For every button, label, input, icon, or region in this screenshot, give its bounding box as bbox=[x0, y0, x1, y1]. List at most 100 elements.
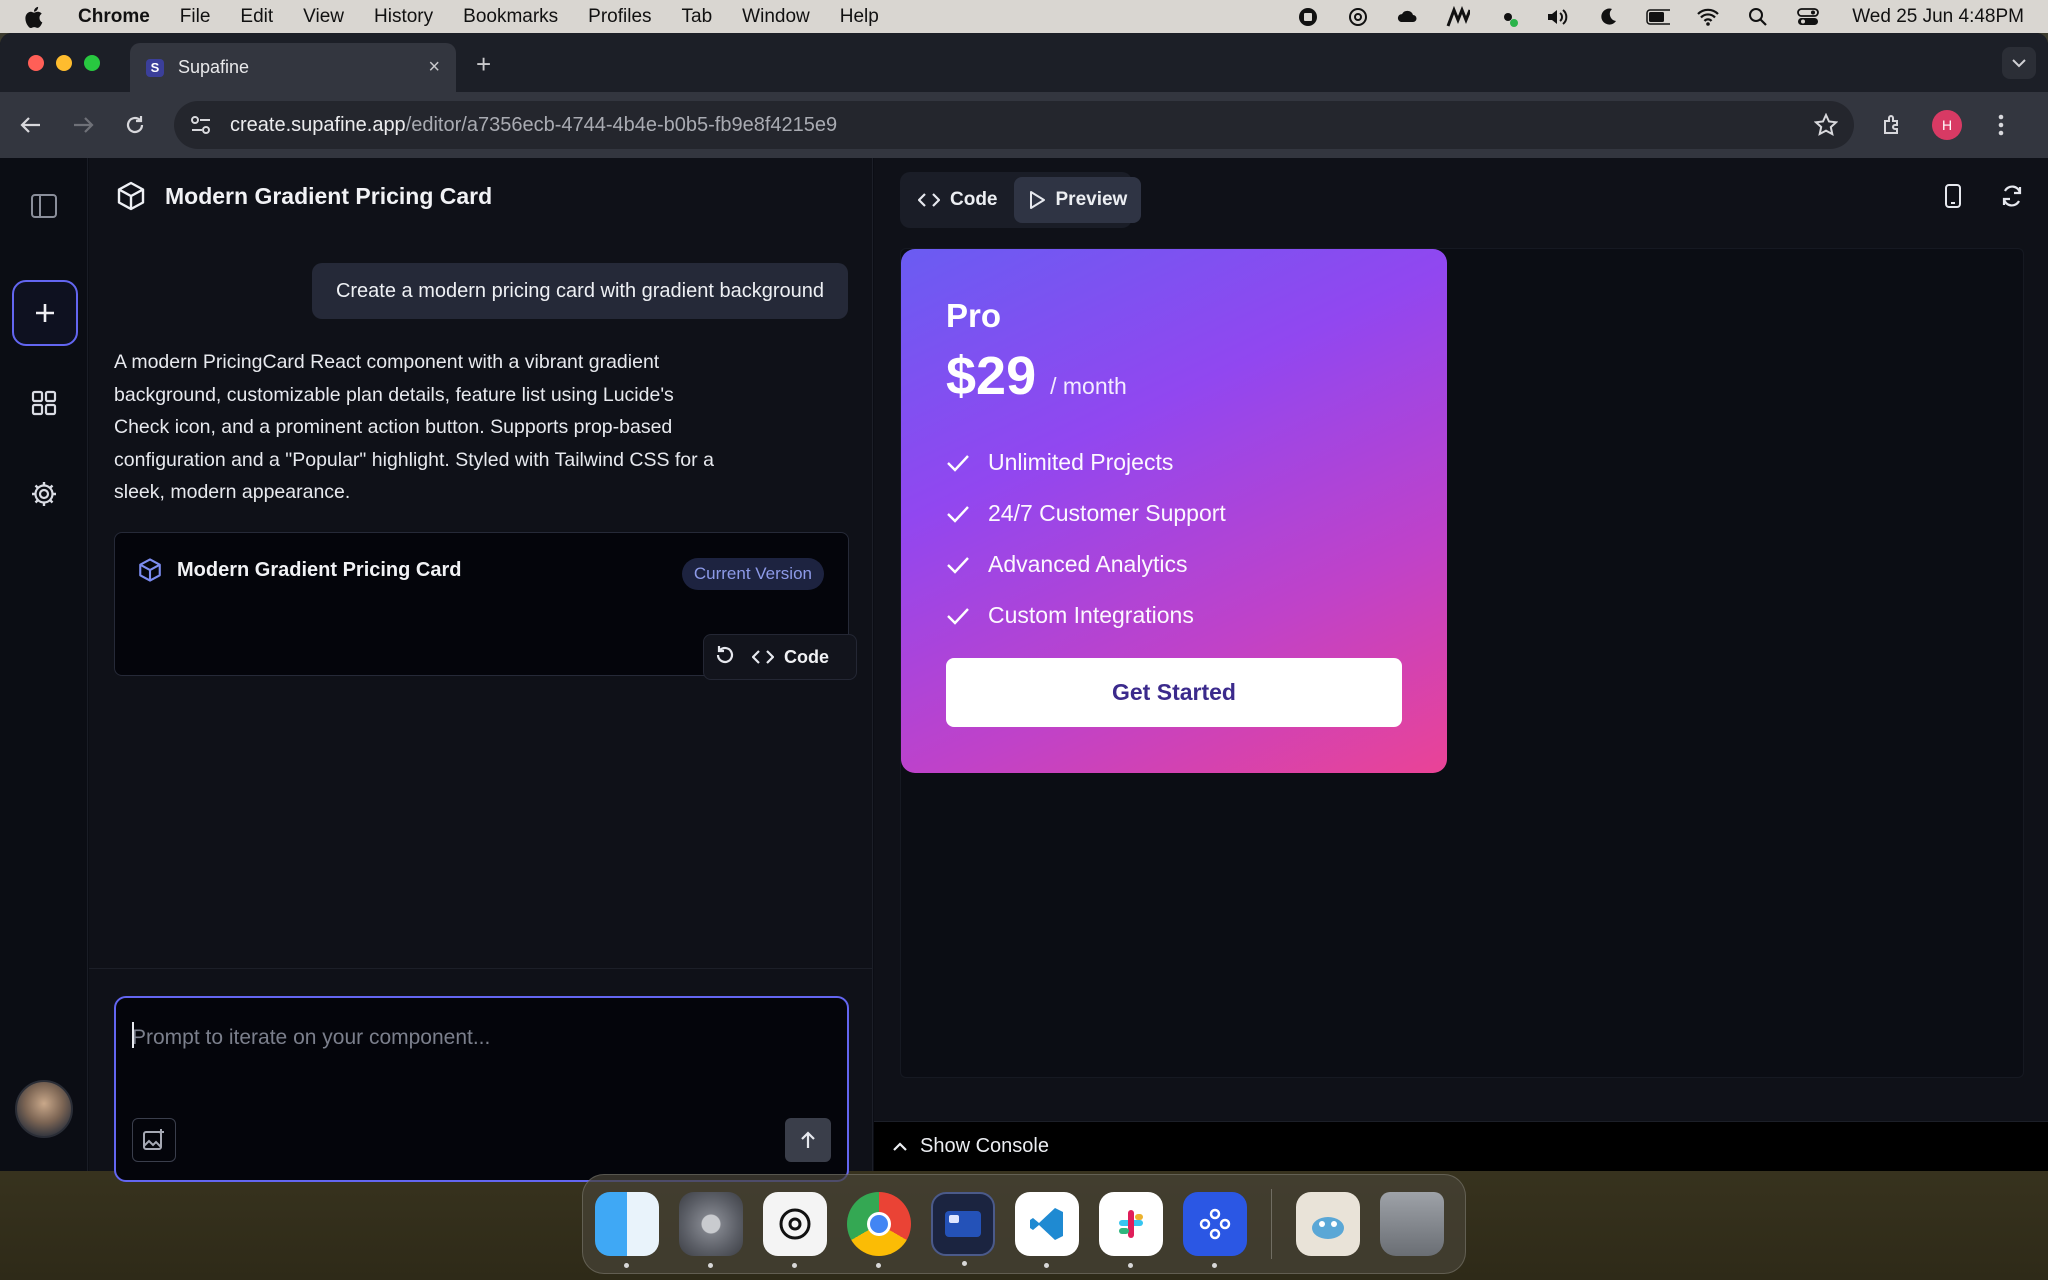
preview-frame: Pro $29 / month Unlimited Projects 24/7 … bbox=[900, 248, 2024, 1078]
omnibox[interactable]: create.supafine.app/editor/a7356ecb-4744… bbox=[174, 101, 1854, 149]
get-started-button[interactable]: Get Started bbox=[946, 658, 1402, 727]
menu-history[interactable]: History bbox=[374, 6, 433, 28]
user-avatar[interactable] bbox=[15, 1080, 73, 1138]
menu-window[interactable]: Window bbox=[742, 6, 810, 28]
show-console-button[interactable]: Show Console bbox=[874, 1121, 2048, 1171]
reload-button[interactable] bbox=[122, 112, 148, 138]
restore-version-button[interactable] bbox=[714, 644, 736, 671]
menu-edit[interactable]: Edit bbox=[240, 6, 273, 28]
play-icon bbox=[1029, 191, 1045, 209]
component-title: Modern Gradient Pricing Card bbox=[165, 182, 493, 209]
tab-title: Supafine bbox=[178, 57, 250, 77]
gallery-button[interactable] bbox=[24, 383, 64, 423]
network-app-icon[interactable] bbox=[1183, 1192, 1247, 1268]
version-card-header: Modern Gradient Pricing Card bbox=[137, 557, 461, 583]
rotate-ccw-icon bbox=[716, 645, 734, 663]
menu-tab[interactable]: Tab bbox=[682, 6, 713, 28]
chatgpt-icon[interactable] bbox=[763, 1192, 827, 1268]
moon-icon[interactable] bbox=[1596, 6, 1620, 28]
prompt-box[interactable] bbox=[114, 996, 849, 1182]
wifi-icon[interactable] bbox=[1696, 6, 1720, 28]
check-icon bbox=[947, 454, 969, 472]
send-button[interactable] bbox=[785, 1118, 831, 1162]
refresh-preview-button[interactable] bbox=[2000, 184, 2024, 213]
attach-image-button[interactable] bbox=[132, 1118, 176, 1162]
prompt-input[interactable] bbox=[132, 1018, 812, 1058]
version-title: Modern Gradient Pricing Card bbox=[177, 558, 462, 581]
feature-list: Unlimited Projects 24/7 Customer Support… bbox=[946, 437, 1226, 641]
tab-strip: S Supafine × + bbox=[0, 33, 2048, 92]
fan-status-icon[interactable] bbox=[1496, 6, 1520, 28]
browser-tab-supafine[interactable]: S Supafine × bbox=[130, 43, 456, 92]
apple-logo-icon[interactable] bbox=[24, 6, 44, 28]
preview-app-icon[interactable] bbox=[1296, 1192, 1360, 1256]
zoom-window-button[interactable] bbox=[84, 55, 100, 71]
feature-label: 24/7 Customer Support bbox=[988, 500, 1226, 526]
left-rail bbox=[0, 158, 88, 1171]
spotlight-search-icon[interactable] bbox=[1746, 6, 1770, 28]
refresh-icon bbox=[2002, 185, 2022, 207]
feature-item: Custom Integrations bbox=[946, 590, 1226, 641]
toggle-sidebar-button[interactable] bbox=[24, 186, 64, 226]
openai-icon[interactable] bbox=[1346, 6, 1370, 28]
arrow-right-icon bbox=[74, 117, 94, 133]
grid-icon bbox=[31, 390, 57, 416]
plus-icon bbox=[36, 304, 54, 322]
mobile-view-button[interactable] bbox=[1944, 184, 1962, 213]
smartphone-icon bbox=[1945, 184, 1961, 208]
control-center-icon[interactable] bbox=[1796, 6, 1820, 28]
new-tab-button[interactable]: + bbox=[476, 49, 491, 80]
minimize-window-button[interactable] bbox=[56, 55, 72, 71]
weather-icon[interactable] bbox=[1396, 6, 1420, 28]
close-window-button[interactable] bbox=[28, 55, 44, 71]
menu-profiles[interactable]: Profiles bbox=[588, 6, 651, 28]
reload-icon bbox=[126, 116, 144, 134]
slack-icon[interactable] bbox=[1099, 1192, 1163, 1268]
menu-file[interactable]: File bbox=[180, 6, 211, 28]
chevron-up-icon bbox=[893, 1141, 907, 1151]
app-logo-icon[interactable] bbox=[1446, 5, 1471, 28]
tab-code[interactable]: Code bbox=[904, 177, 1012, 223]
menubar-clock[interactable]: Wed 25 Jun 4:48PM bbox=[1852, 6, 2024, 28]
chat-header: Modern Gradient Pricing Card bbox=[115, 180, 492, 212]
bookmark-star-icon[interactable] bbox=[1814, 113, 1838, 137]
system-settings-icon[interactable] bbox=[679, 1192, 743, 1268]
profile-avatar-button[interactable]: H bbox=[1932, 110, 1962, 140]
box-icon bbox=[117, 181, 145, 211]
feature-item: Advanced Analytics bbox=[946, 539, 1226, 590]
view-code-button[interactable]: Code bbox=[752, 647, 829, 668]
menu-bookmarks[interactable]: Bookmarks bbox=[463, 6, 558, 28]
volume-icon[interactable] bbox=[1546, 6, 1570, 28]
menu-app-name[interactable]: Chrome bbox=[78, 6, 150, 28]
new-component-button[interactable] bbox=[12, 280, 78, 346]
menu-help[interactable]: Help bbox=[840, 6, 879, 28]
finder-icon[interactable] bbox=[595, 1192, 659, 1268]
supafine-editor-app: Modern Gradient Pricing Card Create a mo… bbox=[0, 158, 2048, 1182]
extensions-puzzle-icon[interactable] bbox=[1880, 112, 1906, 138]
feature-item: Unlimited Projects bbox=[946, 437, 1226, 488]
trash-icon[interactable] bbox=[1380, 1192, 1444, 1256]
forward-button[interactable] bbox=[70, 112, 96, 138]
tab-preview[interactable]: Preview bbox=[1013, 177, 1142, 223]
terminal-app-icon[interactable] bbox=[931, 1192, 995, 1266]
feature-item: 24/7 Customer Support bbox=[946, 488, 1226, 539]
plan-name: Pro bbox=[946, 297, 1002, 334]
preview-panel: Code Preview Pro $29 / month Unlimited P… bbox=[874, 158, 2048, 1171]
tab-preview-label: Preview bbox=[1055, 189, 1128, 210]
back-button[interactable] bbox=[18, 112, 44, 138]
settings-button[interactable] bbox=[24, 474, 64, 514]
menu-view[interactable]: View bbox=[303, 6, 344, 28]
view-code-label: Code bbox=[784, 646, 829, 667]
more-menu-icon[interactable] bbox=[1988, 112, 2014, 138]
vscode-icon[interactable] bbox=[1015, 1192, 1079, 1268]
macos-dock bbox=[582, 1174, 1466, 1274]
plan-period: / month bbox=[1050, 373, 1127, 399]
close-tab-icon[interactable]: × bbox=[428, 56, 440, 79]
tab-search-button[interactable] bbox=[2002, 47, 2036, 79]
chrome-icon[interactable] bbox=[847, 1192, 911, 1268]
battery-icon[interactable] bbox=[1646, 6, 1671, 28]
record-icon[interactable] bbox=[1296, 6, 1320, 28]
chat-panel: Modern Gradient Pricing Card Create a mo… bbox=[89, 158, 873, 1182]
site-settings-icon[interactable] bbox=[190, 115, 212, 135]
dock-separator bbox=[1271, 1189, 1272, 1259]
